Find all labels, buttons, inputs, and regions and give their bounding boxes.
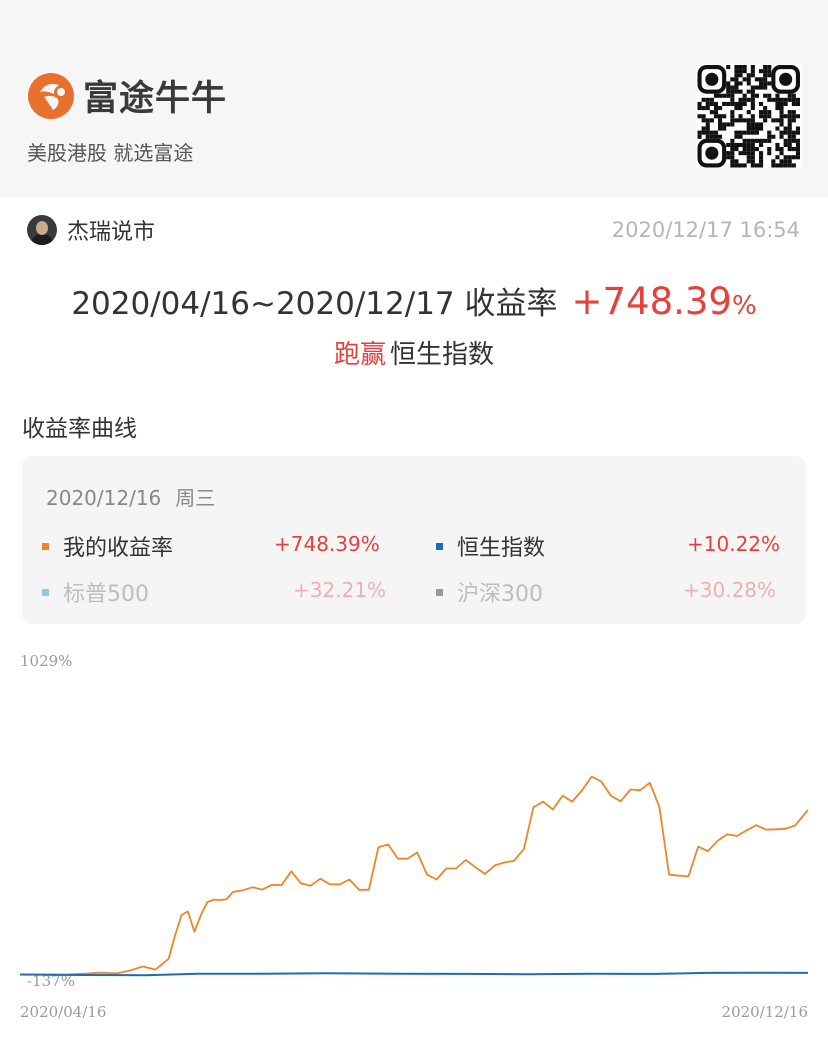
return-chart[interactable]: 1029% -137% 2020/04/16 2020/12/16 bbox=[0, 640, 828, 1040]
legend-label: 沪深300 bbox=[457, 582, 543, 607]
benchmark-line: 跑赢 恒生指数 bbox=[0, 334, 828, 371]
beat-label: 跑赢 bbox=[333, 340, 386, 370]
app-header: 富途牛牛 美股港股 就选富途 bbox=[0, 0, 828, 198]
qr-code-icon[interactable] bbox=[696, 64, 802, 168]
benchmark-name: 恒生指数 bbox=[390, 340, 495, 370]
return-headline: 2020/04/16~2020/12/17 收益率 +748.39% bbox=[0, 278, 828, 323]
legend-label: 标普500 bbox=[63, 582, 149, 607]
slogan: 美股港股 就选富途 bbox=[27, 141, 194, 165]
x-start-label: 2020/04/16 bbox=[20, 1003, 106, 1021]
lightblue-dot-icon bbox=[42, 588, 49, 596]
legend-value-hsi: +10.22% bbox=[687, 532, 781, 556]
legend-value-my-return: +748.39% bbox=[274, 532, 380, 556]
legend-value-csi300: +30.28% bbox=[683, 578, 777, 602]
return-value: +748.39% bbox=[571, 280, 757, 323]
legend-item-sp500[interactable]: 标普500 bbox=[42, 576, 149, 608]
series-line-my-return bbox=[20, 775, 809, 976]
series-line-hsi bbox=[19, 971, 809, 977]
x-end-label: 2020/12/16 bbox=[722, 1003, 808, 1021]
futu-logo-icon bbox=[28, 72, 74, 119]
date-range-label: 2020/04/16~2020/12/17 收益率 bbox=[71, 286, 558, 322]
app-name: 富途牛牛 bbox=[83, 79, 228, 119]
legend-item-hsi[interactable]: 恒生指数 bbox=[436, 530, 545, 562]
legend-date: 2020/12/16 周三 bbox=[46, 486, 216, 510]
section-title: 收益率曲线 bbox=[22, 416, 137, 442]
author-info[interactable]: 杰瑞说市 bbox=[27, 214, 155, 246]
legend-item-my-return[interactable]: 我的收益率 bbox=[42, 530, 173, 562]
avatar[interactable] bbox=[27, 215, 57, 245]
legend-label: 恒生指数 bbox=[457, 536, 546, 561]
legend-card: 2020/12/16 周三 我的收益率 +748.39% 恒生指数 +10.22%… bbox=[22, 456, 806, 624]
legend-value-sp500: +32.21% bbox=[293, 578, 387, 602]
orange-dot-icon bbox=[42, 542, 49, 550]
legend-label: 我的收益率 bbox=[63, 536, 174, 561]
author-name[interactable]: 杰瑞说市 bbox=[67, 214, 155, 246]
brand: 富途牛牛 bbox=[27, 70, 227, 121]
blue-dot-icon bbox=[436, 542, 443, 550]
legend-item-csi300[interactable]: 沪深300 bbox=[436, 576, 543, 608]
gray-dot-icon bbox=[436, 588, 443, 596]
post-time: 2020/12/17 16:54 bbox=[611, 218, 800, 242]
y-max-label: 1029% bbox=[20, 652, 72, 670]
